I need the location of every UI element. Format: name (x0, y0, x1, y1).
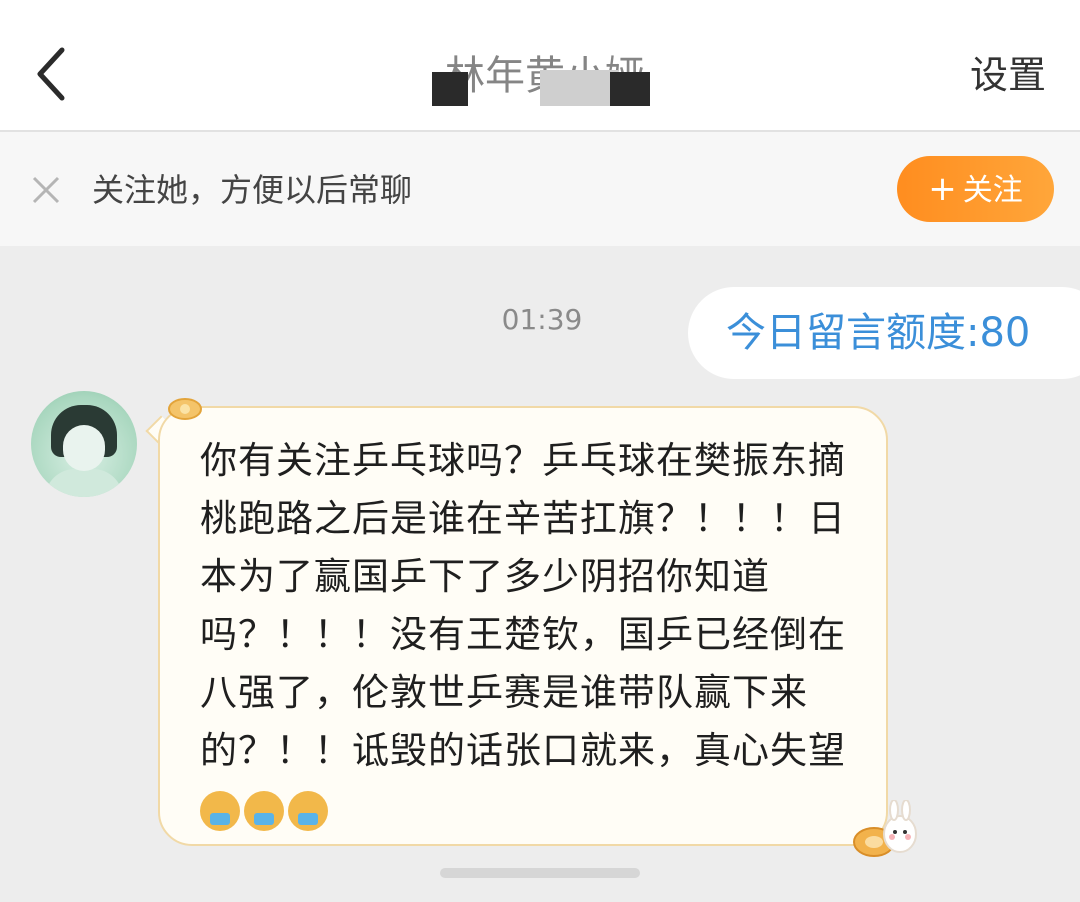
redaction-block (540, 70, 618, 106)
puking-face-icon (244, 790, 284, 831)
avatar-face (63, 425, 105, 471)
chat-title: 林年黄小娅 (430, 44, 660, 108)
puking-face-icon (200, 790, 240, 831)
message-timestamp: 01:39 (501, 303, 583, 336)
close-icon[interactable] (30, 174, 62, 206)
sender-avatar[interactable] (31, 391, 137, 497)
avatar-dress (45, 469, 123, 497)
follow-suggestion-text: 关注她，方便以后常聊 (92, 171, 413, 209)
top-nav-bar: 林年黄小娅 设置 (0, 0, 1080, 132)
message-body: 你有关注乒乓球吗？乒乓球在樊振东摘桃跑路之后是谁在辛苦扛旗？！！！日本为了赢国乒… (200, 439, 846, 772)
follow-button[interactable]: + 关注 (897, 156, 1054, 222)
plus-icon: + (928, 169, 957, 209)
follow-suggestion-banner: 关注她，方便以后常聊 + 关注 (0, 132, 1080, 246)
follow-button-label: 关注 (962, 173, 1023, 208)
message-quota-bubble: 今日留言额度:80 (688, 287, 1080, 379)
message-text: 你有关注乒乓球吗？乒乓球在樊振东摘桃跑路之后是谁在辛苦扛旗？！！！日本为了赢国乒… (200, 432, 870, 838)
message-bubble[interactable]: 你有关注乒乓球吗？乒乓球在樊振东摘桃跑路之后是谁在辛苦扛旗？！！！日本为了赢国乒… (158, 406, 888, 846)
redaction-block (610, 72, 650, 106)
bunny-mooncake-sticker-icon (853, 800, 917, 857)
settings-button[interactable]: 设置 (970, 50, 1046, 100)
puking-face-icon (288, 790, 328, 831)
home-indicator-bar (440, 868, 640, 878)
mooncake-sticker-icon (168, 398, 202, 420)
redaction-block (432, 72, 468, 106)
back-arrow-icon[interactable] (28, 42, 76, 106)
message-quota-text: 今日留言额度:80 (726, 310, 1031, 356)
